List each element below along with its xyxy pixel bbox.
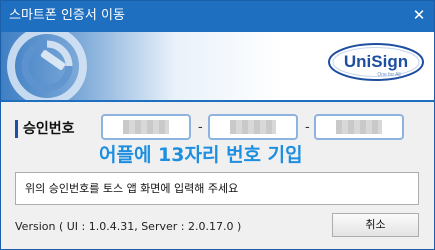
- dialog-body: 승인번호 - - 어플에 13자리 번호 기입 위의 승인번호를 토스 앱 화면…: [1, 102, 434, 249]
- approval-code-field-2[interactable]: [208, 114, 298, 140]
- redacted-code-2: [230, 120, 276, 134]
- approval-code-field-1[interactable]: [101, 114, 191, 140]
- approval-number-label: 승인번호: [23, 121, 75, 137]
- unisign-logo-text: UniSign: [344, 52, 408, 71]
- code-separator-1: -: [198, 120, 203, 135]
- instruction-message: 위의 승인번호를 토스 앱 화면에 입력해 주세요: [25, 182, 239, 195]
- title-bar[interactable]: 스마트폰 인증서 이동 ✕: [1, 1, 434, 32]
- label-accent-bar: [15, 120, 18, 138]
- unisign-logo: UniSign One for All: [328, 43, 424, 81]
- close-button[interactable]: ✕: [404, 1, 434, 32]
- window-title: 스마트폰 인증서 이동: [9, 8, 125, 23]
- cancel-button[interactable]: 취소: [332, 213, 419, 237]
- version-info: Version ( UI : 1.0.4.31, Server : 2.0.17…: [15, 220, 242, 233]
- redacted-code-3: [336, 120, 382, 134]
- unisign-logo-tagline: One for All: [377, 72, 400, 78]
- header-banner: UniSign One for All: [1, 32, 434, 100]
- instruction-annotation: 어플에 13자리 번호 기입: [99, 144, 303, 166]
- approval-code-field-3[interactable]: [314, 114, 404, 140]
- dialog-window: 스마트폰 인증서 이동 ✕ UniSign One for All 승인번호 -…: [0, 0, 435, 250]
- code-separator-2: -: [305, 120, 310, 135]
- redacted-code-1: [123, 120, 169, 134]
- certificate-emblem-icon: [7, 32, 87, 100]
- message-box: 위의 승인번호를 토스 앱 화면에 입력해 주세요: [15, 172, 419, 205]
